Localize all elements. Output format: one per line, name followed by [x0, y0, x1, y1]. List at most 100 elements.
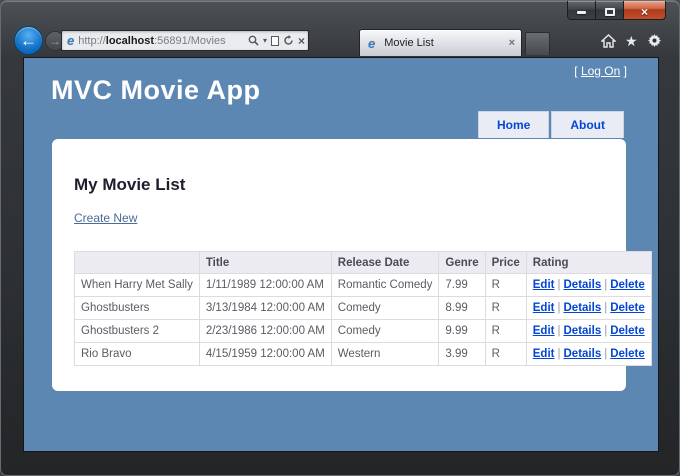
- url-rest: :56891/Movies: [154, 34, 226, 47]
- maximize-icon: [604, 8, 615, 16]
- separator: |: [557, 348, 561, 360]
- table-row: Rio Bravo 4/15/1959 12:00:00 AM Western …: [74, 342, 652, 366]
- site-title: MVC Movie App: [51, 75, 261, 105]
- logon-area: [ Log On ]: [574, 64, 627, 78]
- movie-genre: Romantic Comedy: [330, 273, 440, 297]
- edit-link[interactable]: Edit: [533, 302, 555, 314]
- delete-link[interactable]: Delete: [610, 348, 645, 360]
- address-bar[interactable]: e http://localhost:56891/Movies ▾ ×: [61, 30, 309, 51]
- url-host: localhost: [105, 34, 155, 47]
- menu-item-about[interactable]: About: [551, 111, 624, 138]
- minimize-icon: [577, 10, 586, 14]
- table-row: Ghostbusters 2 2/23/1986 12:00:00 AM Com…: [74, 319, 652, 343]
- header-blank: [74, 251, 200, 274]
- header-genre: Genre: [438, 251, 486, 274]
- delete-link[interactable]: Delete: [610, 325, 645, 337]
- compatibility-view-icon[interactable]: [270, 35, 279, 46]
- url-text[interactable]: http://localhost:56891/Movies: [78, 35, 248, 47]
- movie-name: Ghostbusters: [74, 296, 200, 320]
- header-rating: Rating: [525, 251, 652, 274]
- table-header-row: Title Release Date Genre Price Rating: [74, 251, 652, 274]
- page-viewport: [ Log On ] MVC Movie App Home About My M…: [23, 57, 659, 452]
- favorites-star-icon[interactable]: ★: [625, 34, 638, 48]
- forward-arrow-icon: →: [49, 33, 61, 48]
- movie-genre: Western: [330, 342, 440, 366]
- table-row: When Harry Met Sally 1/11/1989 12:00:00 …: [74, 273, 652, 297]
- movie-rating: R: [484, 273, 527, 297]
- ie-logo-icon: e: [67, 33, 75, 48]
- movie-price: 3.99: [438, 342, 486, 366]
- window-controls: ×: [567, 1, 666, 20]
- address-bar-icons: ▾ ×: [248, 35, 305, 47]
- row-actions: Edit | Details | Delete: [525, 273, 652, 297]
- main-menu: Home About: [478, 111, 624, 138]
- separator: |: [557, 325, 561, 337]
- page-heading: My Movie List: [74, 175, 186, 194]
- tab-ie-icon: e: [368, 35, 376, 51]
- delete-link[interactable]: Delete: [610, 302, 645, 314]
- logon-bracket-close: ]: [620, 64, 627, 78]
- log-on-link[interactable]: Log On: [581, 64, 620, 78]
- home-icon[interactable]: [601, 33, 616, 48]
- movie-date: 2/23/1986 12:00:00 AM: [198, 319, 332, 343]
- refresh-icon[interactable]: [283, 35, 294, 46]
- separator: |: [604, 279, 608, 291]
- separator: |: [604, 302, 608, 314]
- details-link[interactable]: Details: [564, 325, 602, 337]
- close-icon: ×: [640, 5, 648, 19]
- header-price: Price: [484, 251, 527, 274]
- separator: |: [557, 279, 561, 291]
- settings-gear-icon[interactable]: [647, 33, 662, 48]
- back-button[interactable]: ←: [14, 26, 43, 55]
- movies-table: Title Release Date Genre Price Rating Wh…: [74, 251, 652, 366]
- header-title: Title: [198, 251, 332, 274]
- movie-rating: R: [484, 319, 527, 343]
- close-button[interactable]: ×: [624, 1, 666, 20]
- movie-name: Rio Bravo: [74, 342, 200, 366]
- separator: |: [557, 302, 561, 314]
- movie-date: 1/11/1989 12:00:00 AM: [198, 273, 332, 297]
- movie-genre: Comedy: [330, 296, 440, 320]
- tab-title: Movie List: [384, 37, 434, 49]
- movie-price: 9.99: [438, 319, 486, 343]
- movie-rating: R: [484, 296, 527, 320]
- edit-link[interactable]: Edit: [533, 348, 555, 360]
- create-new-link[interactable]: Create New: [74, 211, 137, 225]
- search-icon[interactable]: [248, 35, 259, 46]
- details-link[interactable]: Details: [564, 279, 602, 291]
- browser-toolbar: ★: [601, 33, 662, 48]
- movie-genre: Comedy: [330, 319, 440, 343]
- movie-date: 3/13/1984 12:00:00 AM: [198, 296, 332, 320]
- separator: |: [604, 325, 608, 337]
- movie-price: 8.99: [438, 296, 486, 320]
- details-link[interactable]: Details: [564, 348, 602, 360]
- movie-rating: R: [484, 342, 527, 366]
- row-actions: Edit | Details | Delete: [525, 296, 652, 320]
- row-actions: Edit | Details | Delete: [525, 319, 652, 343]
- details-link[interactable]: Details: [564, 302, 602, 314]
- header-release-date: Release Date: [330, 251, 440, 274]
- tab-movie-list[interactable]: e Movie List ×: [359, 29, 522, 56]
- tab-close-icon[interactable]: ×: [509, 37, 515, 49]
- browser-window: × ← → e http://localhost:56891/Movies ▾ …: [0, 0, 680, 476]
- menu-item-home[interactable]: Home: [478, 111, 550, 138]
- back-arrow-icon: ←: [20, 30, 37, 50]
- movie-price: 7.99: [438, 273, 486, 297]
- logon-bracket-open: [: [574, 64, 581, 78]
- table-row: Ghostbusters 3/13/1984 12:00:00 AM Comed…: [74, 296, 652, 320]
- url-prefix: http://: [78, 34, 106, 47]
- main-content-panel: My Movie List Create New Title Release D…: [52, 139, 652, 391]
- separator: |: [604, 348, 608, 360]
- edit-link[interactable]: Edit: [533, 325, 555, 337]
- minimize-button[interactable]: [567, 1, 596, 20]
- new-tab-button[interactable]: [525, 32, 550, 55]
- movie-name: When Harry Met Sally: [74, 273, 200, 297]
- maximize-button[interactable]: [596, 1, 624, 20]
- movie-name: Ghostbusters 2: [74, 319, 200, 343]
- stop-icon[interactable]: ×: [298, 35, 305, 47]
- row-actions: Edit | Details | Delete: [525, 342, 652, 366]
- delete-link[interactable]: Delete: [610, 279, 645, 291]
- url-dropdown-icon[interactable]: ▾: [263, 36, 267, 45]
- movie-date: 4/15/1959 12:00:00 AM: [198, 342, 332, 366]
- edit-link[interactable]: Edit: [533, 279, 555, 291]
